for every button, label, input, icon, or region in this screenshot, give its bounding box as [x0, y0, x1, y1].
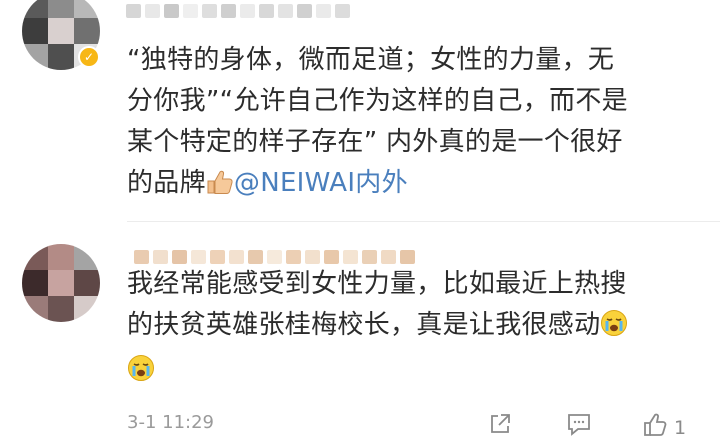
comment-item: 我经常能感受到女性力量，比如最近上热搜 的扶贫英雄张桂梅校长，真是让我很感动 3…: [0, 222, 720, 440]
comment-line: 的扶贫英雄张桂梅校长，真是让我很感动: [127, 310, 601, 340]
verified-badge-icon: ✓: [78, 46, 100, 68]
comment-line: “独特的身体，微而足道；女性的力量，无: [127, 45, 615, 75]
crying-face-icon: [600, 309, 628, 350]
reply-icon: [566, 412, 592, 441]
share-button[interactable]: [488, 412, 512, 441]
comment-line: 的品牌: [127, 168, 206, 198]
like-count: 1: [674, 416, 687, 439]
comment-text: “独特的身体，微而足道；女性的力量，无 分你我”“允许自己作为这样的自己，而不是…: [127, 40, 697, 208]
like-button[interactable]: 1: [642, 412, 686, 443]
mention-link[interactable]: @NEIWAI内外: [234, 168, 408, 198]
share-icon: [488, 412, 512, 441]
comment-line: 某个特定的样子存在” 内外真的是一个很好: [127, 127, 623, 157]
crying-face-icon: [127, 354, 155, 395]
comment-line: 我经常能感受到女性力量，比如最近上热搜: [127, 269, 627, 299]
avatar[interactable]: [22, 244, 100, 322]
comment-footer: 3-1 11:29 1: [0, 412, 720, 440]
like-icon: [642, 412, 668, 443]
comment-item: ✓ “独特的身体，微而足道；女性的力量，无 分你我”“允许自己作为这样的自己，而…: [0, 0, 720, 222]
thumbs-up-icon: [206, 167, 234, 208]
username[interactable]: [126, 4, 350, 18]
timestamp: 3-1 11:29: [127, 412, 214, 433]
comment-text: 我经常能感受到女性力量，比如最近上热搜 的扶贫英雄张桂梅校长，真是让我很感动: [127, 264, 697, 395]
comment-line: 分你我”“允许自己作为这样的自己，而不是: [127, 86, 628, 116]
username[interactable]: [134, 250, 415, 264]
reply-button[interactable]: [566, 412, 592, 441]
